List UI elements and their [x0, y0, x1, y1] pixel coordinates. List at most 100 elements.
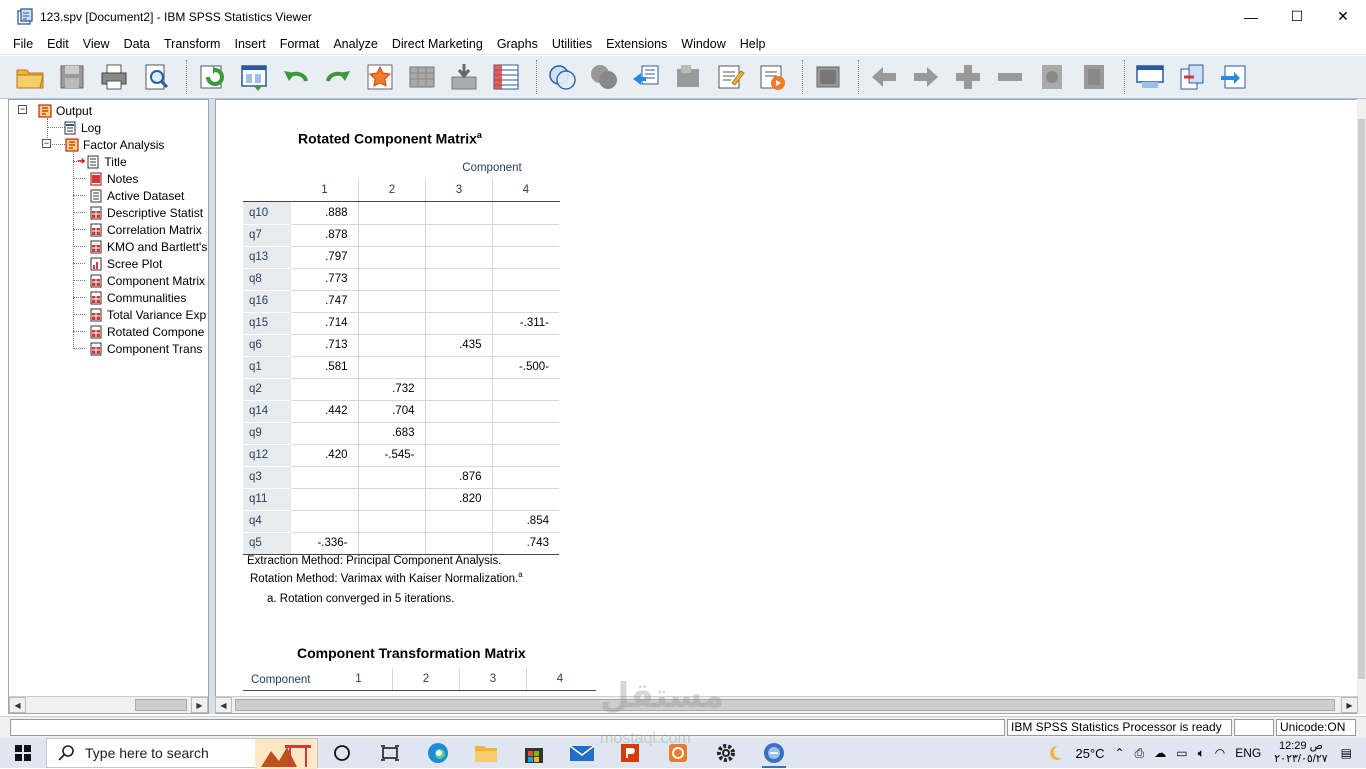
select-last-output-icon[interactable] [670, 59, 706, 95]
hide-icon[interactable] [1076, 59, 1112, 95]
tree-node-title[interactable]: ➔ Title [77, 153, 127, 170]
tree-node-total-variance[interactable]: Total Variance Exp [89, 306, 206, 323]
expand-icon[interactable] [950, 59, 986, 95]
taskbar-search-box[interactable]: Type here to search [46, 738, 318, 768]
menu-window[interactable]: Window [674, 37, 732, 51]
redo-icon[interactable] [320, 59, 356, 95]
menu-help[interactable]: Help [733, 37, 773, 51]
menu-format[interactable]: Format [273, 37, 327, 51]
tree-label: Title [104, 155, 126, 169]
recall-dialog-icon[interactable] [236, 59, 272, 95]
print-preview-icon[interactable] [138, 59, 174, 95]
scroll-right-arrow-icon[interactable]: ▶ [1341, 697, 1358, 713]
tree-node-kmo-bartlett[interactable]: KMO and Bartlett's [89, 238, 207, 255]
menu-direct-marketing[interactable]: Direct Marketing [385, 37, 490, 51]
menu-view[interactable]: View [76, 37, 117, 51]
goto-data-icon[interactable] [362, 59, 398, 95]
weather-widget[interactable]: 25°C [1041, 744, 1110, 762]
tree-node-communalities[interactable]: Communalities [89, 289, 186, 306]
tree-label: Rotated Compone [107, 325, 204, 339]
promote-icon[interactable] [866, 59, 902, 95]
tree-node-correlation-matrix[interactable]: Correlation Matrix [89, 221, 202, 238]
maximize-button[interactable]: ☐ [1274, 0, 1320, 33]
goto-case-icon[interactable] [404, 59, 440, 95]
outline-horizontal-scrollbar[interactable]: ◀ ▶ [9, 696, 208, 713]
close-button[interactable]: ✕ [1320, 0, 1366, 33]
notifications-icon[interactable]: ▤ [1336, 746, 1366, 760]
goto-variable-icon[interactable] [446, 59, 482, 95]
mail-icon [569, 743, 595, 763]
tree-node-descriptive-statistics[interactable]: Descriptive Statist [89, 204, 203, 221]
taskbar-edge[interactable] [414, 738, 462, 768]
menu-graphs[interactable]: Graphs [490, 37, 545, 51]
tree-node-component-matrix[interactable]: Component Matrix [89, 272, 205, 289]
tree-node-component-transformation[interactable]: Component Trans [89, 340, 202, 357]
menu-file[interactable]: File [6, 37, 40, 51]
taskbar-file-explorer[interactable] [462, 738, 510, 768]
wifi-icon[interactable]: ◠ [1210, 746, 1230, 760]
open-folder-icon[interactable] [12, 59, 48, 95]
insert-text-icon[interactable] [810, 59, 846, 95]
content-vertical-scrollbar[interactable] [1357, 99, 1366, 714]
collapse-icon[interactable] [992, 59, 1028, 95]
tree-node-notes[interactable]: Notes [89, 170, 138, 187]
insert-title-icon[interactable] [754, 59, 790, 95]
tree-node-output[interactable]: Output [38, 102, 92, 119]
tree-node-active-dataset[interactable]: Active Dataset [89, 187, 184, 204]
collapse-factor-analysis-toggle[interactable]: − [42, 139, 51, 148]
print-icon[interactable] [96, 59, 132, 95]
content-horizontal-scrollbar[interactable]: ◀ ▶ [215, 696, 1358, 713]
scroll-left-arrow-icon[interactable]: ◀ [9, 697, 26, 713]
show-icon[interactable] [1034, 59, 1070, 95]
menu-transform[interactable]: Transform [157, 37, 228, 51]
battery-icon[interactable]: ▭ [1171, 746, 1192, 760]
use-variable-sets-icon[interactable] [544, 59, 580, 95]
task-view-button[interactable] [366, 738, 414, 768]
show-all-variables-icon[interactable] [586, 59, 622, 95]
script-icon[interactable] [1132, 59, 1168, 95]
tree-node-rotated-component[interactable]: Rotated Compone [89, 323, 204, 340]
tree-node-scree-plot[interactable]: Scree Plot [89, 255, 162, 272]
menu-utilities[interactable]: Utilities [545, 37, 599, 51]
menu-edit[interactable]: Edit [40, 37, 76, 51]
table-cell [358, 312, 425, 334]
scroll-thumb[interactable] [135, 699, 187, 711]
onedrive-cloud-icon[interactable]: ☁ [1149, 746, 1171, 760]
taskbar-clock[interactable]: 12:29 ص ٢٠٢٣/٠٥/٢٧ [1266, 740, 1335, 766]
variables-icon[interactable] [488, 59, 524, 95]
rotated-component-matrix-table[interactable]: q10.888q7.878q13.797q8.773q16.747q15.714… [243, 202, 559, 555]
menu-analyze[interactable]: Analyze [326, 37, 384, 51]
menu-data[interactable]: Data [117, 37, 157, 51]
demote-icon[interactable] [908, 59, 944, 95]
cortana-button[interactable] [318, 738, 366, 768]
collapse-output-toggle[interactable]: − [18, 105, 27, 114]
insert-heading-icon[interactable] [712, 59, 748, 95]
minimize-button[interactable]: — [1228, 0, 1274, 33]
taskbar-store[interactable] [510, 738, 558, 768]
start-button[interactable] [0, 738, 46, 768]
export-icon[interactable] [194, 59, 230, 95]
meet-now-icon[interactable]: ⎙ [1130, 746, 1150, 761]
designate-window-icon[interactable] [628, 59, 664, 95]
show-hidden-icons-chevron-icon[interactable]: ⌃ [1110, 746, 1130, 760]
scroll-thumb[interactable] [1358, 119, 1365, 679]
volume-icon[interactable]: 🔈︎ [1193, 746, 1210, 761]
export-output-icon[interactable] [1216, 59, 1252, 95]
paste-icon[interactable] [1174, 59, 1210, 95]
scroll-right-arrow-icon[interactable]: ▶ [191, 697, 208, 713]
table-row: q2.732 [243, 378, 559, 400]
menu-extensions[interactable]: Extensions [599, 37, 674, 51]
menu-insert[interactable]: Insert [227, 37, 272, 51]
tree-node-log[interactable]: Log [63, 119, 101, 136]
taskbar-mail[interactable] [558, 738, 606, 768]
tree-node-factor-analysis[interactable]: Factor Analysis [65, 136, 164, 153]
scroll-thumb[interactable] [235, 699, 1335, 711]
save-icon[interactable] [54, 59, 90, 95]
toolbar-separator [536, 60, 538, 94]
taskbar-settings[interactable] [702, 738, 750, 768]
language-indicator[interactable]: ENG [1230, 746, 1266, 760]
table-icon [89, 274, 103, 288]
scroll-left-arrow-icon[interactable]: ◀ [215, 697, 232, 713]
undo-icon[interactable] [278, 59, 314, 95]
taskbar-spss[interactable] [750, 738, 798, 768]
